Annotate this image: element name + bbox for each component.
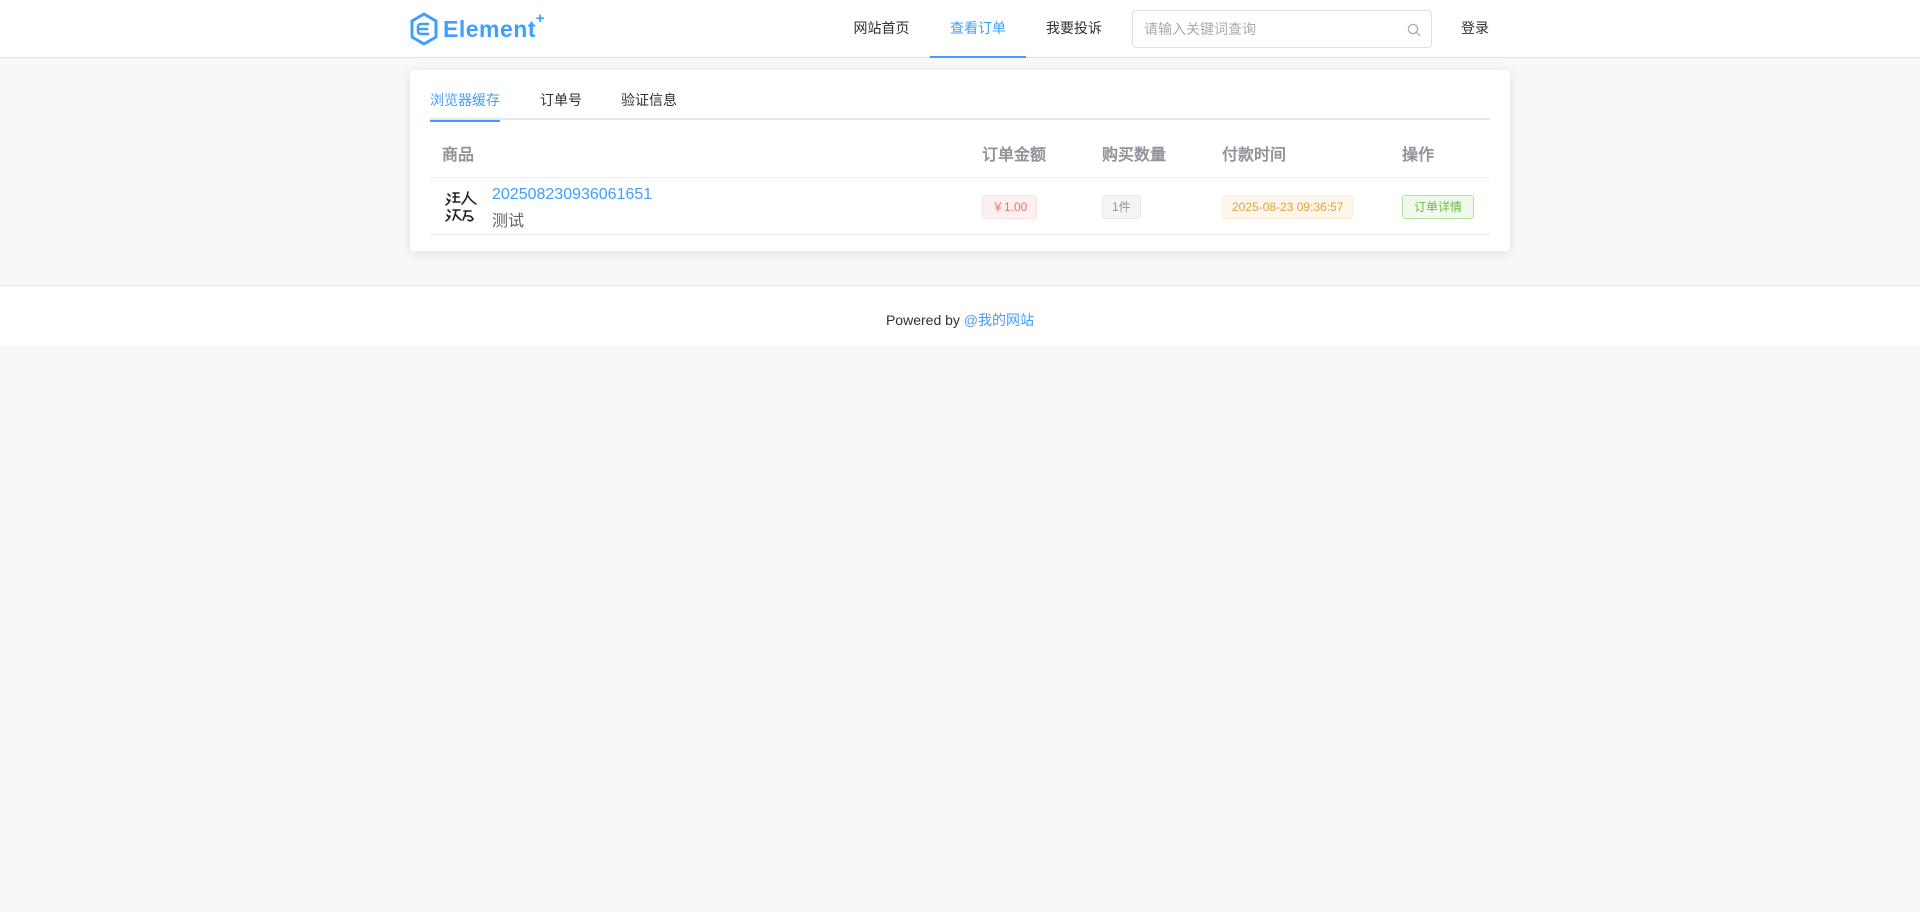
paid-time-tag: 2025-08-23 09:36:57 bbox=[1222, 195, 1354, 219]
tab-verify-info[interactable]: 验证信息 bbox=[621, 70, 677, 120]
quantity-tag: 1件 bbox=[1102, 195, 1141, 219]
product-name: 测试 bbox=[492, 213, 525, 230]
nav-home[interactable]: 网站首页 bbox=[834, 0, 929, 58]
nav-complaint[interactable]: 我要投诉 bbox=[1026, 0, 1122, 58]
tab-browser-cache[interactable]: 浏览器缓存 bbox=[430, 70, 500, 122]
search-box bbox=[1132, 10, 1432, 48]
order-number-link[interactable]: 202508230936061651 bbox=[492, 186, 652, 204]
order-detail-button[interactable]: 订单详情 bbox=[1402, 195, 1475, 219]
header-paid-time: 付款时间 bbox=[1222, 147, 1287, 164]
header-action: 操作 bbox=[1402, 147, 1435, 164]
header-amount: 订单金额 bbox=[982, 147, 1047, 164]
amount-tag: ￥1.00 bbox=[982, 195, 1038, 219]
top-header: Element+ 网站首页 查看订单 我要投诉 登录 bbox=[0, 0, 1920, 58]
site-link[interactable]: @我的网站 bbox=[964, 312, 1034, 328]
tab-order-number[interactable]: 订单号 bbox=[540, 70, 582, 120]
header-product: 商品 bbox=[442, 147, 475, 164]
product-thumbnail-image bbox=[444, 190, 480, 224]
order-card: 浏览器缓存 订单号 验证信息 商品 订单金额 购买数量 付款时间 操作 2025… bbox=[410, 70, 1510, 251]
orders-table: 商品 订单金额 购买数量 付款时间 操作 202508230936061651 … bbox=[430, 134, 1490, 235]
powered-by-text: Powered by bbox=[885, 312, 960, 328]
table-row: 202508230936061651 测试 ￥1.00 1件 2025-08-2… bbox=[430, 178, 1490, 235]
element-logo-icon bbox=[410, 12, 438, 46]
query-tabs: 浏览器缓存 订单号 验证信息 bbox=[430, 70, 1490, 122]
search-icon[interactable] bbox=[1407, 23, 1421, 37]
search-input[interactable] bbox=[1133, 11, 1431, 47]
nav-view-orders[interactable]: 查看订单 bbox=[930, 0, 1026, 58]
login-link[interactable]: 登录 bbox=[1461, 0, 1489, 58]
header-quantity: 购买数量 bbox=[1102, 147, 1167, 164]
table-header: 商品 订单金额 购买数量 付款时间 操作 bbox=[430, 134, 1490, 178]
logo-text: Element + bbox=[443, 9, 545, 42]
page-footer: Powered by @我的网站 bbox=[0, 285, 1920, 346]
site-logo[interactable]: Element + bbox=[409, 9, 545, 46]
